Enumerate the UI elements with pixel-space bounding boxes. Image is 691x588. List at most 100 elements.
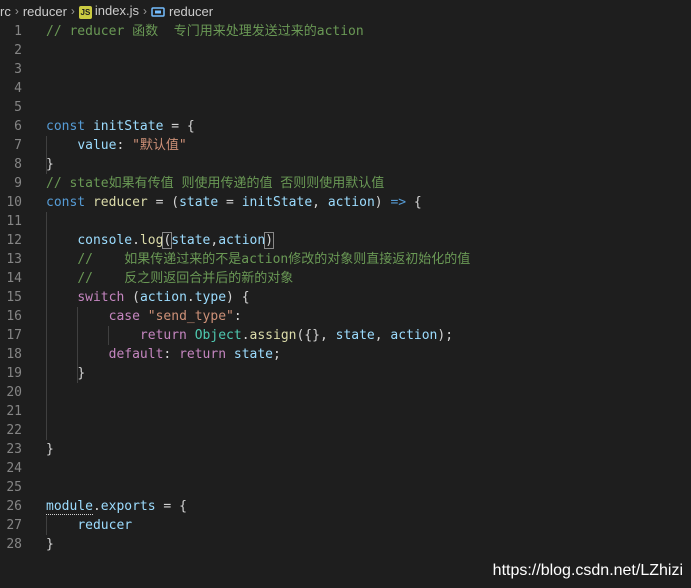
arrow-operator: => <box>390 195 407 210</box>
punctuation: } <box>46 537 54 552</box>
keyword: return <box>179 347 227 362</box>
line-number: 1 <box>14 24 22 39</box>
line-number: 23 <box>6 442 22 457</box>
line-number: 12 <box>6 233 22 248</box>
identifier: console <box>77 233 133 248</box>
code-line: 9 // state如果有传值 则使用传递的值 否则则使用默认值 <box>0 174 691 193</box>
javascript-file-icon: JS <box>78 6 92 19</box>
breadcrumb-item-file[interactable]: JS index.js <box>78 3 139 19</box>
string-literal: "默认值" <box>132 138 187 153</box>
code-line: 27 reducer <box>0 516 691 535</box>
parameter: state <box>179 195 219 210</box>
code-line: 23} <box>0 440 691 459</box>
line-number: 24 <box>6 461 22 476</box>
punctuation: ({}, <box>296 328 336 343</box>
code-line: 18 default: return state; <box>0 345 691 364</box>
line-number: 5 <box>14 100 22 115</box>
punctuation: . <box>92 499 101 514</box>
breadcrumb-item-symbol[interactable]: reducer <box>151 4 213 19</box>
code-line: 8} <box>0 155 691 174</box>
line-number: 28 <box>6 537 22 552</box>
punctuation: = ( <box>147 195 180 210</box>
punctuation: , <box>312 195 328 210</box>
bracket-match: ) <box>264 232 274 249</box>
line-number: 21 <box>6 404 22 419</box>
code-line: 7 value: "默认值" <box>0 136 691 155</box>
code-editor[interactable]: 1 // reducer 函数 专门用来处理发送过来的action 2 3 4 5… <box>0 22 691 588</box>
keyword: switch <box>77 290 125 305</box>
line-number: 25 <box>6 480 22 495</box>
code-line: 20 <box>0 383 691 402</box>
breadcrumb-item-reducer-folder[interactable]: reducer <box>23 4 67 19</box>
line-number: 8 <box>14 157 22 172</box>
comment-text: // 如果传递过来的不是action修改的对象则直接返初始化的值 <box>77 252 471 267</box>
text-cursor <box>273 233 275 248</box>
identifier: initState <box>241 195 313 210</box>
line-number: 26 <box>6 499 22 514</box>
code-line: 11 <box>0 212 691 231</box>
line-number: 19 <box>6 366 22 381</box>
property: type <box>194 290 227 305</box>
code-line: 22 <box>0 421 691 440</box>
code-line: 1 // reducer 函数 专门用来处理发送过来的action <box>0 22 691 41</box>
punctuation: ) <box>374 195 391 210</box>
chevron-right-icon: › <box>14 4 19 18</box>
identifier: reducer <box>77 518 133 533</box>
breadcrumb-symbol-label: reducer <box>169 3 214 19</box>
line-number: 14 <box>6 271 22 286</box>
breadcrumb: rc › reducer › JS index.js › reducer <box>0 0 691 22</box>
code-line: 10 const reducer = (state = initState, ac… <box>0 193 691 212</box>
line-number: 16 <box>6 309 22 324</box>
punctuation: = { <box>155 499 187 514</box>
class-name: Object <box>194 328 242 343</box>
chevron-right-icon: › <box>143 4 147 18</box>
breadcrumb-file-label: index.js <box>94 3 139 18</box>
line-number: 11 <box>6 214 22 229</box>
line-number: 6 <box>14 119 22 134</box>
punctuation: ) { <box>226 290 250 305</box>
punctuation: , <box>374 328 391 343</box>
identifier: action <box>390 328 438 343</box>
parameter: action <box>327 195 375 210</box>
code-line: 19 } <box>0 364 691 383</box>
keyword: case <box>108 309 140 324</box>
punctuation: } <box>46 157 54 172</box>
line-number: 2 <box>14 43 22 58</box>
comment-text: // state如果有传值 则使用传递的值 否则则使用默认值 <box>46 176 385 191</box>
code-line: 26 module.exports = { <box>0 497 691 516</box>
code-line: 12 console.log(state,action) <box>0 231 691 250</box>
comment-text: // reducer 函数 专门用来处理发送过来的action <box>46 24 364 39</box>
line-number: 18 <box>6 347 22 362</box>
punctuation: . <box>132 233 140 248</box>
identifier: state <box>335 328 375 343</box>
identifier: state <box>233 347 274 362</box>
punctuation: . <box>186 290 195 305</box>
code-line: 24 <box>0 459 691 478</box>
code-line: 13 // 如果传递过来的不是action修改的对象则直接返初始化的值 <box>0 250 691 269</box>
code-line: 21 <box>0 402 691 421</box>
function-name: log <box>139 233 164 248</box>
identifier: initState <box>92 119 164 134</box>
keyword: return <box>139 328 187 343</box>
punctuation: } <box>77 366 86 381</box>
identifier: state <box>171 233 211 248</box>
punctuation: : <box>116 138 133 153</box>
variable-symbol-icon <box>151 7 165 17</box>
punctuation: { <box>406 195 422 210</box>
breadcrumb-item-src[interactable]: rc <box>0 4 11 19</box>
function-name: reducer <box>92 195 148 210</box>
code-line: 2 <box>0 41 691 60</box>
comment-text: // 反之则返回合并后的新的对象 <box>77 271 294 286</box>
identifier: action <box>218 233 266 248</box>
property-key: value <box>77 138 117 153</box>
keyword: const <box>46 195 86 210</box>
punctuation: = { <box>163 119 195 134</box>
line-number: 7 <box>14 138 22 153</box>
chevron-right-icon: › <box>70 4 75 18</box>
line-number: 13 <box>6 252 22 267</box>
punctuation: ); <box>437 328 454 343</box>
code-line: 5 <box>0 98 691 117</box>
code-line: 16 case "send_type": <box>0 307 691 326</box>
